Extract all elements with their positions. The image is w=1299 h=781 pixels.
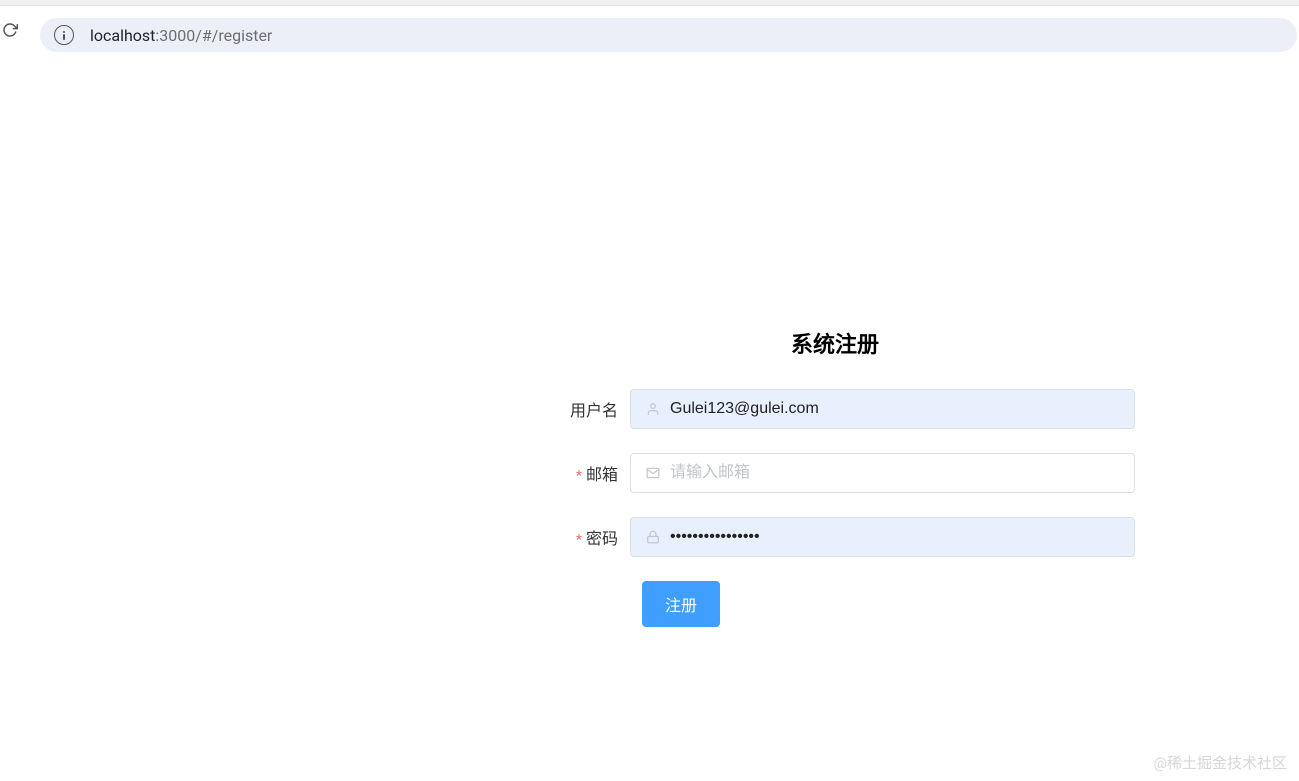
user-icon — [646, 402, 660, 416]
email-label-text: 邮箱 — [586, 465, 618, 484]
email-input-wrapper[interactable] — [630, 453, 1135, 493]
password-input[interactable] — [670, 518, 1119, 556]
required-mark: * — [576, 532, 582, 548]
username-input-wrapper[interactable] — [630, 389, 1135, 429]
browser-toolbar: localhost:3000/#/register — [0, 18, 1299, 52]
watermark: @稀土掘金技术社区 — [1154, 752, 1287, 773]
lock-icon — [646, 530, 660, 544]
username-row: 用户名 — [535, 389, 1135, 429]
password-input-wrapper[interactable] — [630, 517, 1135, 557]
register-form: 系统注册 用户名 *邮箱 — [535, 327, 1135, 627]
email-label: *邮箱 — [535, 461, 630, 485]
username-input[interactable] — [670, 390, 1119, 428]
email-input[interactable] — [670, 454, 1119, 492]
url-host: localhost — [90, 26, 155, 45]
mail-icon — [646, 466, 660, 480]
register-button[interactable]: 注册 — [642, 581, 720, 627]
password-label: *密码 — [535, 525, 630, 549]
url-port-path: :3000/#/register — [155, 26, 272, 45]
reload-icon[interactable] — [2, 22, 18, 38]
email-row: *邮箱 — [535, 453, 1135, 493]
url-text: localhost:3000/#/register — [90, 26, 272, 45]
password-row: *密码 — [535, 517, 1135, 557]
form-title: 系统注册 — [535, 327, 1135, 359]
address-bar[interactable]: localhost:3000/#/register — [40, 18, 1297, 52]
browser-top-border — [0, 0, 1299, 6]
submit-row: 注册 — [535, 581, 1135, 627]
password-label-text: 密码 — [586, 529, 618, 548]
page-content: 系统注册 用户名 *邮箱 — [0, 60, 1299, 781]
required-mark: * — [576, 468, 582, 484]
username-label: 用户名 — [535, 397, 630, 421]
site-info-icon[interactable] — [54, 25, 74, 45]
